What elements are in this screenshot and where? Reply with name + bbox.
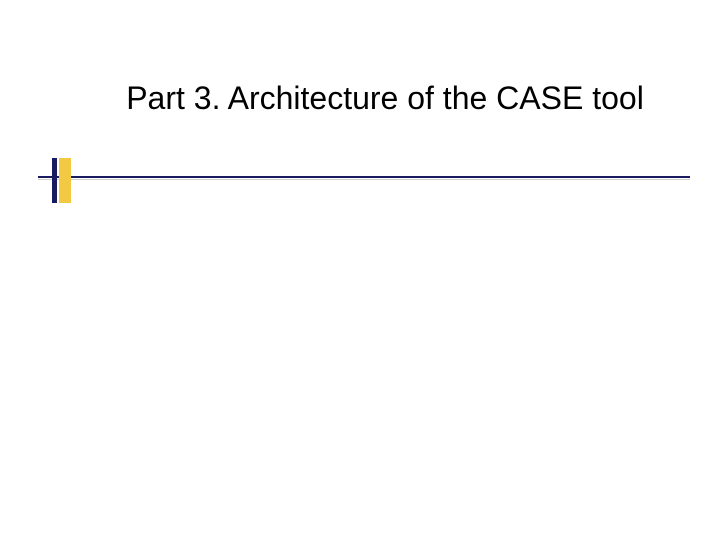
accent-bar-navy — [52, 158, 57, 203]
title-underline — [38, 176, 690, 178]
title-underline-shadow — [38, 179, 690, 180]
accent-bar-yellow — [59, 158, 71, 203]
slide-title: Part 3. Architecture of the CASE tool — [110, 78, 660, 118]
slide: Part 3. Architecture of the CASE tool — [0, 0, 720, 540]
